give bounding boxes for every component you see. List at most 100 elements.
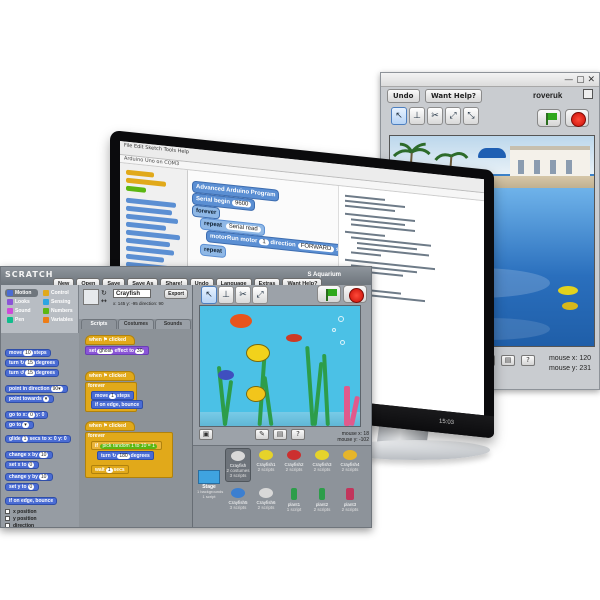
sprite-name-field[interactable]: Crayfish — [113, 289, 151, 298]
random-sprite-icon[interactable]: ? — [521, 355, 535, 366]
fish-sprite[interactable] — [558, 286, 578, 295]
presentation-mode-icon[interactable]: ▣ — [199, 429, 213, 440]
category-control[interactable]: Control — [41, 289, 74, 297]
category-numbers[interactable]: Numbers — [41, 307, 74, 315]
tab-costumes[interactable]: Costumes — [118, 319, 154, 329]
scratch-topbar: SCRATCH New Open Save Save As Share! Undo Lang… — [1, 267, 371, 289]
green-flag-icon[interactable] — [537, 109, 561, 127]
pool-mouse-readout: mouse x: 120 mouse y: 231 — [549, 354, 591, 374]
move-steps-block[interactable]: move 10 steps — [5, 349, 51, 357]
paint-sprite-icon[interactable]: ✎ — [255, 429, 269, 440]
blue-fish-sprite[interactable] — [218, 370, 234, 380]
tab-scripts[interactable]: Scripts — [81, 319, 117, 329]
username-label: roveruk — [533, 91, 563, 100]
set-y-block[interactable]: set y to 0 — [5, 483, 40, 491]
sprite-coordinates: x: 145 y: -95 direction: 90 — [113, 301, 164, 306]
sprite-info: ↻ ↔ Crayfish Export x: 145 y: -95 directi… — [79, 285, 192, 319]
when-flag-clicked-hat[interactable]: when ⚑ clicked — [85, 421, 135, 431]
if-block[interactable]: if pick random 1 to 10 = 1 — [91, 441, 162, 450]
set-x-block[interactable]: set x to 0 — [5, 461, 40, 469]
scratch-logo: SCRATCH — [5, 270, 54, 279]
mouse-y-readout: mouse y: 231 — [548, 365, 591, 372]
turn-block[interactable]: turn ↻ 180 degrees — [97, 451, 154, 460]
direction-reporter[interactable]: direction — [5, 523, 34, 527]
go-to-block[interactable]: go to ▾ — [5, 421, 34, 429]
window-controls[interactable]: — ▢ ✕ — [564, 75, 595, 85]
sprite-tile[interactable]: plant2 2 scripts — [309, 486, 335, 520]
block-palette-panel: Motion Control Looks Sensing Sound Numbe… — [1, 285, 79, 527]
stage-thumbnail[interactable]: Stage 1 backgrounds 1 script — [197, 470, 224, 502]
duplicate-stamp-icon[interactable]: ⊥ — [218, 286, 234, 304]
green-flag-icon[interactable] — [317, 285, 341, 303]
category-pen[interactable]: Pen — [5, 316, 38, 324]
umbrella — [478, 148, 506, 158]
grow-icon[interactable]: ⤢ — [445, 107, 461, 125]
sprite-tile[interactable]: Crayfish6 2 scripts — [253, 486, 279, 520]
bounce-block[interactable]: if on edge, bounce — [5, 497, 58, 505]
point-direction-block[interactable]: point in direction 90▾ — [5, 385, 68, 393]
bubble — [340, 340, 345, 345]
sprite-tile[interactable]: Crayfish2 2 scripts — [281, 448, 307, 482]
stage-sub: 1 backgrounds 1 script — [197, 489, 224, 499]
fish-sprite[interactable] — [562, 302, 578, 310]
editor-tabs: Scripts Costumes Sounds — [79, 319, 192, 329]
move-steps-block[interactable]: move 1 steps — [91, 391, 134, 400]
undo-button[interactable]: Undo — [387, 89, 420, 103]
point-towards-block[interactable]: point towards ▾ — [5, 395, 55, 403]
rotation-style-icons[interactable]: ↻ ↔ — [101, 289, 107, 305]
duplicate-stamp-icon[interactable]: ⊥ — [409, 107, 425, 125]
tab-sounds[interactable]: Sounds — [155, 319, 191, 329]
sprite-thumbnail[interactable] — [83, 289, 99, 305]
category-variables[interactable]: Variables — [41, 316, 74, 324]
wait-block[interactable]: wait 1 secs — [91, 465, 129, 474]
grow-icon[interactable]: ⤢ — [252, 286, 268, 304]
save-icon[interactable] — [583, 89, 593, 99]
bubble — [338, 316, 344, 322]
shrink-icon[interactable]: ⤡ — [463, 107, 479, 125]
turn-right-block[interactable]: turn ↻ 15 degrees — [5, 359, 60, 367]
category-sound[interactable]: Sound — [5, 307, 38, 315]
y-position-reporter[interactable]: y position — [5, 516, 37, 523]
when-flag-clicked-hat[interactable]: when ⚑ clicked — [85, 335, 135, 345]
choose-sprite-icon[interactable]: ▤ — [501, 355, 515, 366]
sprite-tile[interactable]: plant1 1 script — [281, 486, 307, 520]
export-button[interactable]: Export — [164, 289, 188, 299]
script-area[interactable]: when ⚑ clicked set ghost effect to 30 when … — [79, 329, 192, 527]
repeat-block[interactable]: repeat — [200, 243, 227, 259]
change-x-block[interactable]: change x by 10 — [5, 451, 54, 459]
aquarium-stage[interactable] — [199, 305, 361, 427]
stop-icon[interactable] — [343, 285, 367, 303]
turn-left-block[interactable]: turn ↺ 15 degrees — [5, 369, 60, 377]
sprite-tile[interactable]: Crayfish1 2 scripts — [253, 448, 279, 482]
sprite-tile[interactable]: Crayfish5 3 scripts — [225, 486, 251, 520]
orange-fish-sprite[interactable] — [230, 314, 252, 328]
category-looks[interactable]: Looks — [5, 298, 38, 306]
go-to-xy-block[interactable]: go to x: 0 y: 0 — [5, 411, 49, 419]
scratch-window: SCRATCH New Open Save Save As Share! Undo Lang… — [0, 266, 372, 528]
sprite-tile[interactable]: Crayfish4 2 scripts — [337, 448, 363, 482]
sprite-tile[interactable]: Crayfish3 2 scripts — [309, 448, 335, 482]
x-position-reporter[interactable]: x position — [5, 509, 37, 516]
choose-sprite-icon[interactable]: ▤ — [273, 429, 287, 440]
yellow-fish-sprite[interactable] — [246, 344, 270, 362]
stop-icon[interactable] — [565, 109, 589, 127]
striped-fish-sprite[interactable] — [246, 386, 266, 402]
red-fish-sprite[interactable] — [286, 334, 302, 342]
pointer-tool-icon[interactable]: ↖ — [201, 286, 217, 304]
scripts-panel: ↻ ↔ Crayfish Export x: 145 y: -95 directi… — [79, 285, 193, 527]
pointer-tool-icon[interactable]: ↖ — [391, 107, 407, 125]
change-y-block[interactable]: change y by 10 — [5, 473, 54, 481]
glide-block[interactable]: glide 1 secs to x: 0 y: 0 — [5, 435, 71, 443]
stage-panel: ↖ ⊥ ✂ ⤢ ▣ ✎ ▤ ? mouse x: 18 mouse y: -10… — [193, 285, 371, 527]
bounce-block[interactable]: if on edge, bounce — [91, 400, 144, 409]
category-motion[interactable]: Motion — [5, 289, 38, 297]
category-sensing[interactable]: Sensing — [41, 298, 74, 306]
random-sprite-icon[interactable]: ? — [291, 429, 305, 440]
when-flag-clicked-hat[interactable]: when ⚑ clicked — [85, 371, 135, 381]
delete-scissors-icon[interactable]: ✂ — [427, 107, 443, 125]
sprite-tile[interactable]: plant3 2 scripts — [337, 486, 363, 520]
set-effect-block[interactable]: set ghost effect to 30 — [85, 346, 150, 355]
delete-scissors-icon[interactable]: ✂ — [235, 286, 251, 304]
sprite-tile[interactable]: Crayfish 2 costumes 3 scripts — [225, 448, 251, 482]
want-help-button[interactable]: Want Help? — [424, 89, 482, 103]
